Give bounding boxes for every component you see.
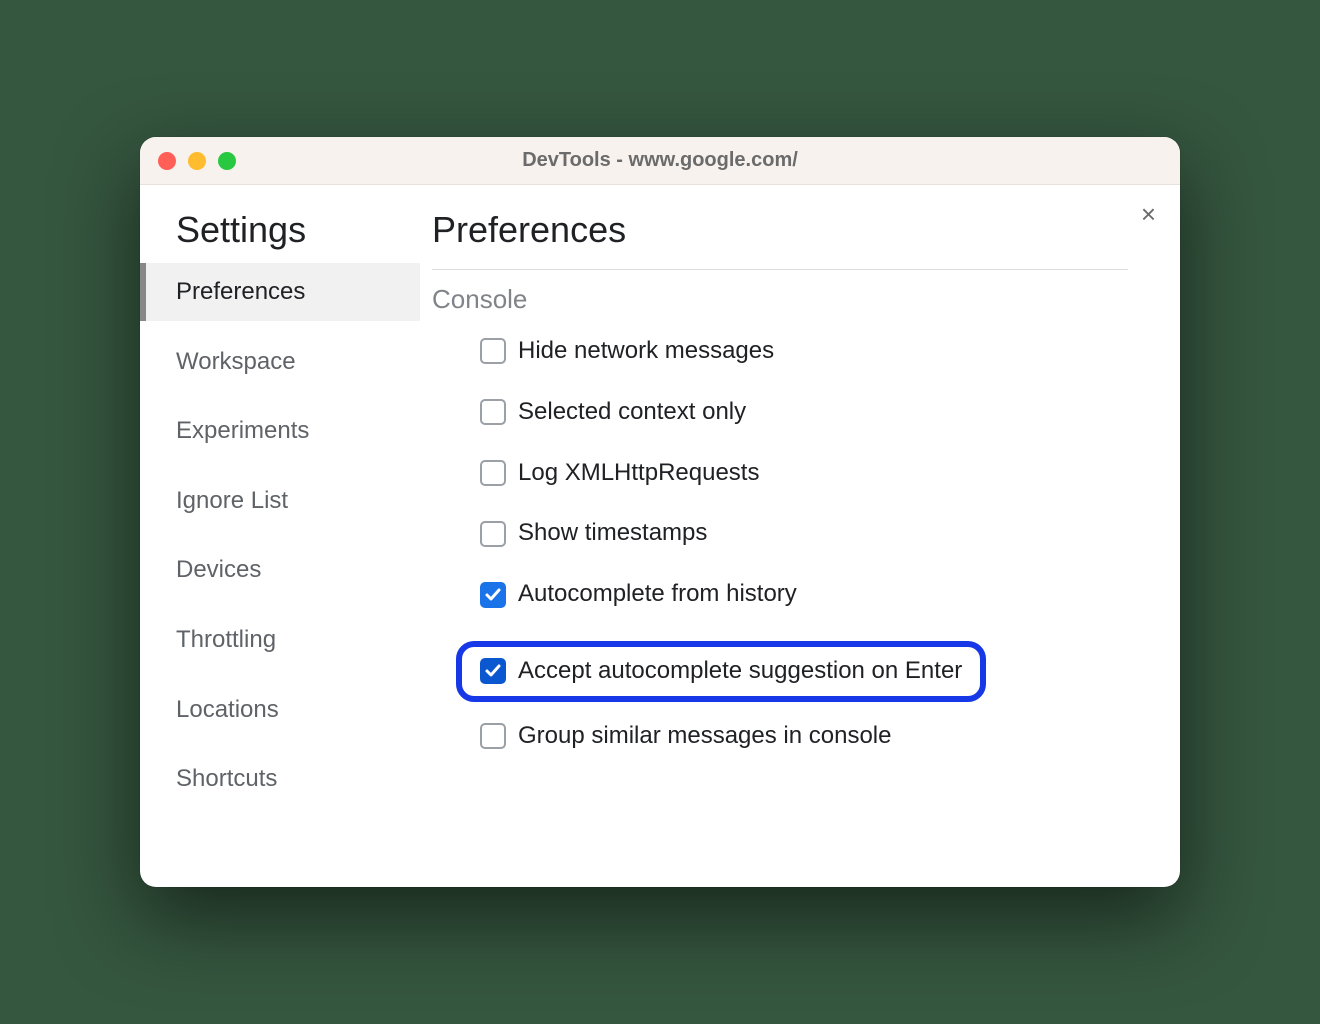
option-row: Group similar messages in console: [480, 722, 1128, 751]
option-row: Show timestamps: [480, 519, 1128, 548]
checkbox[interactable]: [480, 338, 506, 364]
options-list: Hide network messages Selected context on…: [432, 337, 1128, 751]
checkbox[interactable]: [480, 582, 506, 608]
divider: [432, 269, 1128, 270]
option-row: Selected context only: [480, 398, 1128, 427]
settings-content: × Settings Preferences Workspace Experimen…: [140, 185, 1180, 887]
checkbox[interactable]: [480, 723, 506, 749]
sidebar-item-label: Ignore List: [176, 487, 288, 514]
sidebar-item-experiments[interactable]: Experiments: [140, 402, 420, 460]
option-label: Autocomplete from history: [518, 580, 797, 609]
highlighted-option: Accept autocomplete suggestion on Enter: [456, 641, 986, 702]
option-label: Hide network messages: [518, 337, 774, 366]
sidebar-item-label: Preferences: [176, 278, 305, 305]
sidebar-item-label: Devices: [176, 556, 261, 583]
option-label: Accept autocomplete suggestion on Enter: [518, 657, 962, 686]
sidebar-item-workspace[interactable]: Workspace: [140, 333, 420, 391]
settings-heading: Settings: [140, 209, 420, 263]
option-label: Group similar messages in console: [518, 722, 892, 751]
option-label: Log XMLHttpRequests: [518, 459, 759, 488]
checkbox[interactable]: [480, 521, 506, 547]
sidebar-item-shortcuts[interactable]: Shortcuts: [140, 750, 420, 808]
sidebar-item-label: Throttling: [176, 626, 276, 653]
sidebar-item-throttling[interactable]: Throttling: [140, 611, 420, 669]
close-icon[interactable]: ×: [1141, 201, 1156, 227]
section-title-console: Console: [432, 284, 1128, 315]
minimize-window-button[interactable]: [188, 152, 206, 170]
sidebar-item-label: Shortcuts: [176, 765, 277, 792]
sidebar-item-label: Workspace: [176, 348, 296, 375]
close-window-button[interactable]: [158, 152, 176, 170]
traffic-lights: [158, 152, 236, 170]
option-label: Show timestamps: [518, 519, 707, 548]
settings-sidebar: Settings Preferences Workspace Experiments…: [140, 185, 420, 887]
sidebar-item-preferences[interactable]: Preferences: [140, 263, 420, 321]
devtools-window: DevTools - www.google.com/ × Settings Pr…: [140, 137, 1180, 887]
sidebar-item-label: Experiments: [176, 417, 309, 444]
checkbox[interactable]: [480, 658, 506, 684]
option-row: Accept autocomplete suggestion on Enter: [480, 657, 962, 686]
preferences-heading: Preferences: [432, 209, 1128, 251]
sidebar-item-label: Locations: [176, 696, 279, 723]
sidebar-item-devices[interactable]: Devices: [140, 541, 420, 599]
window-title: DevTools - www.google.com/: [522, 149, 798, 172]
option-row: Autocomplete from history: [480, 580, 1128, 609]
checkbox[interactable]: [480, 460, 506, 486]
sidebar-item-ignore-list[interactable]: Ignore List: [140, 472, 420, 530]
sidebar-item-locations[interactable]: Locations: [140, 681, 420, 739]
option-row: Hide network messages: [480, 337, 1128, 366]
maximize-window-button[interactable]: [218, 152, 236, 170]
option-label: Selected context only: [518, 398, 746, 427]
settings-main: Preferences Console Hide network message…: [420, 185, 1180, 887]
option-row: Log XMLHttpRequests: [480, 459, 1128, 488]
checkbox[interactable]: [480, 399, 506, 425]
window-titlebar: DevTools - www.google.com/: [140, 137, 1180, 185]
